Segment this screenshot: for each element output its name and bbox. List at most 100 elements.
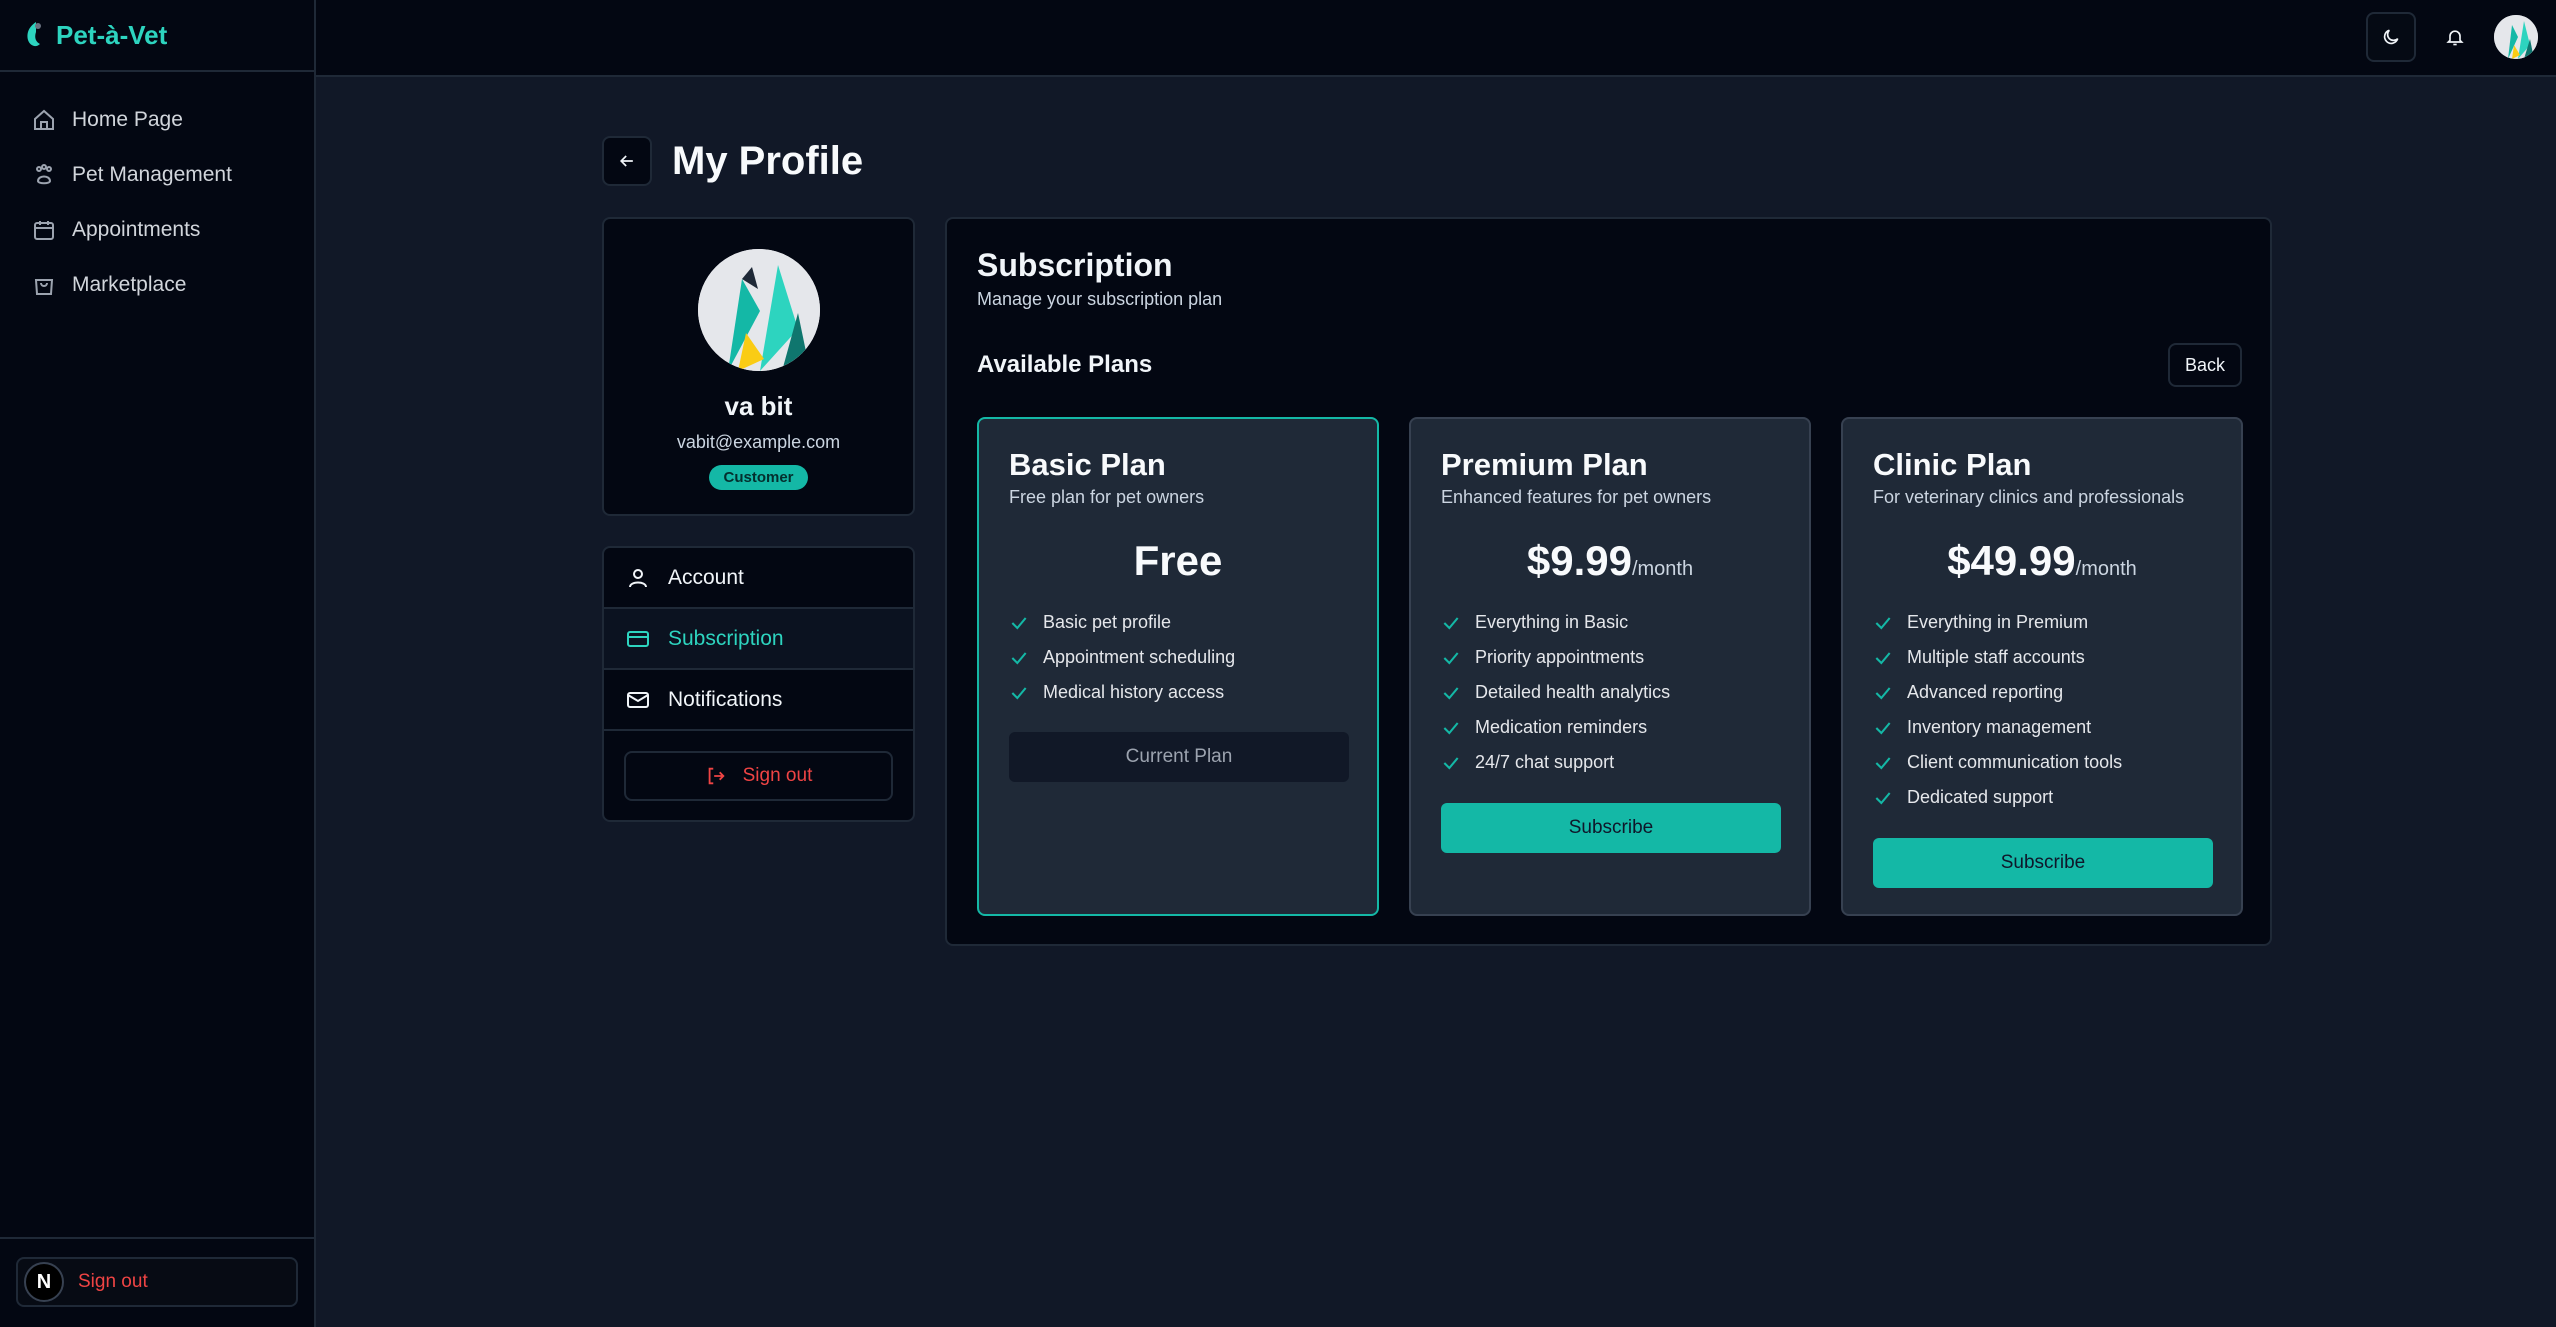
check-icon [1875,791,1891,805]
check-icon [1875,686,1891,700]
bell-icon [2446,30,2464,46]
list-item: Client communication tools [1873,745,2122,780]
feature-label: Dedicated support [1907,787,2054,807]
list-item: Detailed health analytics [1441,675,1670,710]
plan-description: Enhanced features for pet owners [1441,487,1712,507]
list-item: Appointment scheduling [1009,640,1235,675]
signout-label: Sign out [742,765,813,786]
list-item: Medical history access [1009,675,1235,710]
subscription-description: Manage your subscription plan [977,289,1223,309]
user-avatar-button[interactable] [2494,15,2538,59]
mail-icon [627,691,649,708]
feature-label: Priority appointments [1475,647,1645,667]
plan-features: Everything in Premium Multiple staff acc… [1873,605,2122,815]
plan-card-clinic: Clinic Plan For veterinary clinics and p… [1841,417,2243,916]
check-icon [1443,616,1459,630]
notifications-button[interactable] [2430,12,2480,62]
feature-label: Medication reminders [1475,717,1648,737]
profile-email: vabit@example.com [676,432,841,452]
feature-label: Appointment scheduling [1043,647,1236,667]
feature-label: Medical history access [1043,682,1225,702]
plan-title: Clinic Plan [1873,447,2032,482]
feature-label: Multiple staff accounts [1907,647,2085,667]
sidebar: Pet-à-Vet Home Page Pet Management Appoi… [0,0,316,1327]
shopping-bag-icon [34,278,54,295]
profile-name: va bit [724,391,793,421]
list-item: Priority appointments [1441,640,1670,675]
plan-title: Premium Plan [1441,447,1648,482]
sidebar-item-appointments[interactable]: Appointments [0,202,314,257]
check-icon [1443,721,1459,735]
sidebar-item-home[interactable]: Home Page [0,92,314,147]
check-icon [1443,756,1459,770]
check-icon [1443,651,1459,665]
sidebar-nav: Home Page Pet Management Appointments Ma… [0,72,314,312]
list-item: Multiple staff accounts [1873,640,2122,675]
paw-icon [36,163,52,184]
sidebar-item-pet-management[interactable]: Pet Management [0,147,314,202]
topbar-actions [2366,12,2538,62]
page-title: My Profile [672,138,864,183]
avatar [697,249,820,371]
sidebar-item-label: Marketplace [72,272,187,296]
feature-label: Everything in Premium [1907,612,2089,632]
avatar: N [24,1262,64,1302]
plan-price: $49.99 [1947,537,2076,584]
check-icon [1875,651,1891,665]
feature-label: Detailed health analytics [1475,682,1671,702]
profile-card: va bit vabit@example.com Customer [602,217,915,516]
sidebar-item-marketplace[interactable]: Marketplace [0,257,314,312]
sidebar-item-label: Appointments [72,217,201,241]
moon-icon [2383,29,2399,45]
brand[interactable]: Pet-à-Vet [0,0,314,72]
list-item: Medication reminders [1441,710,1670,745]
signout-label: Sign out [78,1271,148,1292]
subscription-panel: Subscription Manage your subscription pl… [945,217,2272,946]
home-icon [34,109,54,130]
topbar [316,0,2556,77]
list-item: Everything in Premium [1873,605,2122,640]
list-item: Everything in Basic [1441,605,1670,640]
sidebar-footer: N Sign out [0,1237,314,1327]
plan-features: Everything in Basic Priority appointment… [1441,605,1670,780]
page-back-button[interactable] [602,136,652,186]
plan-title: Basic Plan [1009,447,1166,482]
sidebar-signout-button[interactable]: N Sign out [16,1257,298,1307]
menu-item-subscription[interactable]: Subscription [604,609,913,670]
plan-features: Basic pet profile Appointment scheduling… [1009,605,1235,710]
current-plan-button[interactable]: Current Plan [1009,732,1349,782]
plan-description: Free plan for pet owners [1009,487,1205,507]
check-icon [1443,686,1459,700]
subscribe-clinic-button[interactable]: Subscribe [1873,838,2213,888]
menu-item-notifications[interactable]: Notifications [604,670,913,731]
user-icon [629,568,647,587]
list-item: 24/7 chat support [1441,745,1670,780]
avatar-image [2494,15,2538,59]
plan-description: For veterinary clinics and professionals [1873,487,2185,507]
theme-toggle-button[interactable] [2366,12,2416,62]
feature-label: 24/7 chat support [1475,752,1615,772]
role-badge: Customer [709,465,808,490]
menu-item-account[interactable]: Account [604,548,913,609]
menu-item-label: Subscription [668,626,784,650]
plan-period: /month [2075,558,2137,580]
feature-label: Everything in Basic [1475,612,1629,632]
plan-price: $9.99 [1526,537,1632,584]
sidebar-item-label: Home Page [72,107,183,131]
profile-signout-button[interactable]: Sign out [624,751,893,801]
plan-price-row: $49.99/month [1843,537,2241,585]
menu-item-label: Notifications [668,687,783,711]
list-item: Dedicated support [1873,780,2122,815]
plan-price: Free [1133,537,1223,584]
sidebar-item-label: Pet Management [72,162,232,186]
check-icon [1011,686,1027,700]
menu-item-label: Account [668,565,744,589]
back-button[interactable]: Back [2168,343,2242,387]
plan-price-row: $9.99/month [1411,537,1809,585]
check-icon [1875,721,1891,735]
plan-period: /month [1631,558,1694,580]
profile-menu: Account Subscription Notifications Sign … [602,546,915,822]
feature-label: Basic pet profile [1043,612,1172,632]
page-header: My Profile [602,136,863,186]
subscribe-premium-button[interactable]: Subscribe [1441,803,1781,853]
